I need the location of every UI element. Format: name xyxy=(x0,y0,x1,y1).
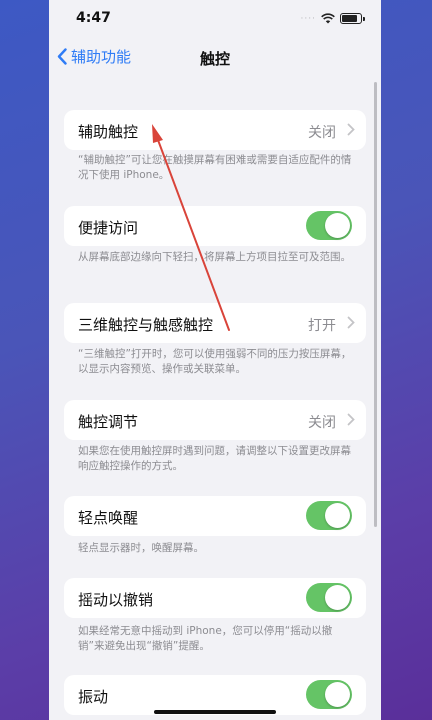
tap-to-wake-toggle[interactable] xyxy=(306,501,352,530)
row-shake-to-undo: 摇动以撤销 xyxy=(64,578,366,618)
row-reachability: 便捷访问 xyxy=(64,206,366,246)
row-label: 振动 xyxy=(78,688,109,706)
row-label: 三维触控与触感触控 xyxy=(78,316,214,334)
row-footer: “辅助触控”可让您在触摸屏幕有困难或需要自适应配件的情况下使用 iPhone。 xyxy=(78,154,352,181)
row-label: 触控调节 xyxy=(78,413,139,431)
signal-icon: ···· xyxy=(300,13,316,24)
row-value: 关闭 xyxy=(308,125,336,141)
row-value: 打开 xyxy=(308,318,336,334)
page-title: 触控 xyxy=(199,50,230,68)
shake-to-undo-toggle[interactable] xyxy=(306,583,352,612)
toggle-knob xyxy=(325,503,350,528)
status-bar: 4:47 ···· xyxy=(49,0,381,40)
row-label: 辅助触控 xyxy=(78,123,139,141)
wifi-icon xyxy=(321,13,335,24)
chevron-right-icon xyxy=(347,123,355,136)
toggle-knob xyxy=(325,682,350,707)
row-value: 关闭 xyxy=(308,415,336,431)
battery-icon xyxy=(340,13,362,24)
row-footer: 如果您在使用触控屏时遇到问题，请调整以下设置更改屏幕响应触控操作的方式。 xyxy=(78,445,351,472)
chevron-right-icon xyxy=(347,316,355,329)
vibration-toggle[interactable] xyxy=(306,680,352,709)
row-assistive-touch[interactable]: 辅助触控 关闭 xyxy=(64,110,366,150)
home-indicator xyxy=(154,710,276,714)
row-label: 摇动以撤销 xyxy=(78,591,154,609)
reachability-toggle[interactable] xyxy=(306,211,352,240)
row-footer: 轻点显示器时，唤醒屏幕。 xyxy=(78,542,204,554)
navigation-bar: 辅助功能 触控 xyxy=(49,40,381,78)
status-time: 4:47 xyxy=(76,10,111,26)
row-label: 便捷访问 xyxy=(78,219,139,237)
scroll-indicator xyxy=(374,82,377,527)
settings-screen: 4:47 ···· 辅助功能 触控 辅助触控 关闭 “辅助触控”可让您在触摸屏幕… xyxy=(49,0,381,720)
row-vibration: 振动 xyxy=(64,675,366,715)
row-3d-touch[interactable]: 三维触控与触感触控 打开 xyxy=(64,303,366,343)
toggle-knob xyxy=(325,585,350,610)
battery-tip xyxy=(363,16,365,21)
row-footer: 如果经常无意中摇动到 iPhone，您可以停用“摇动以撤销”来避免出现“撤销”提… xyxy=(78,625,333,652)
status-icons: ···· xyxy=(301,13,365,24)
toggle-knob xyxy=(325,213,350,238)
row-footer: 从屏幕底部边缘向下轻扫，将屏幕上方项目拉至可及范围。 xyxy=(78,251,351,263)
chevron-right-icon xyxy=(347,413,355,426)
row-footer: “三维触控”打开时，您可以使用强弱不同的压力按压屏幕，以显示内容预览、操作或关联… xyxy=(78,348,352,375)
row-label: 轻点唤醒 xyxy=(78,509,139,527)
row-touch-accommodations[interactable]: 触控调节 关闭 xyxy=(64,400,366,440)
row-tap-to-wake: 轻点唤醒 xyxy=(64,496,366,536)
